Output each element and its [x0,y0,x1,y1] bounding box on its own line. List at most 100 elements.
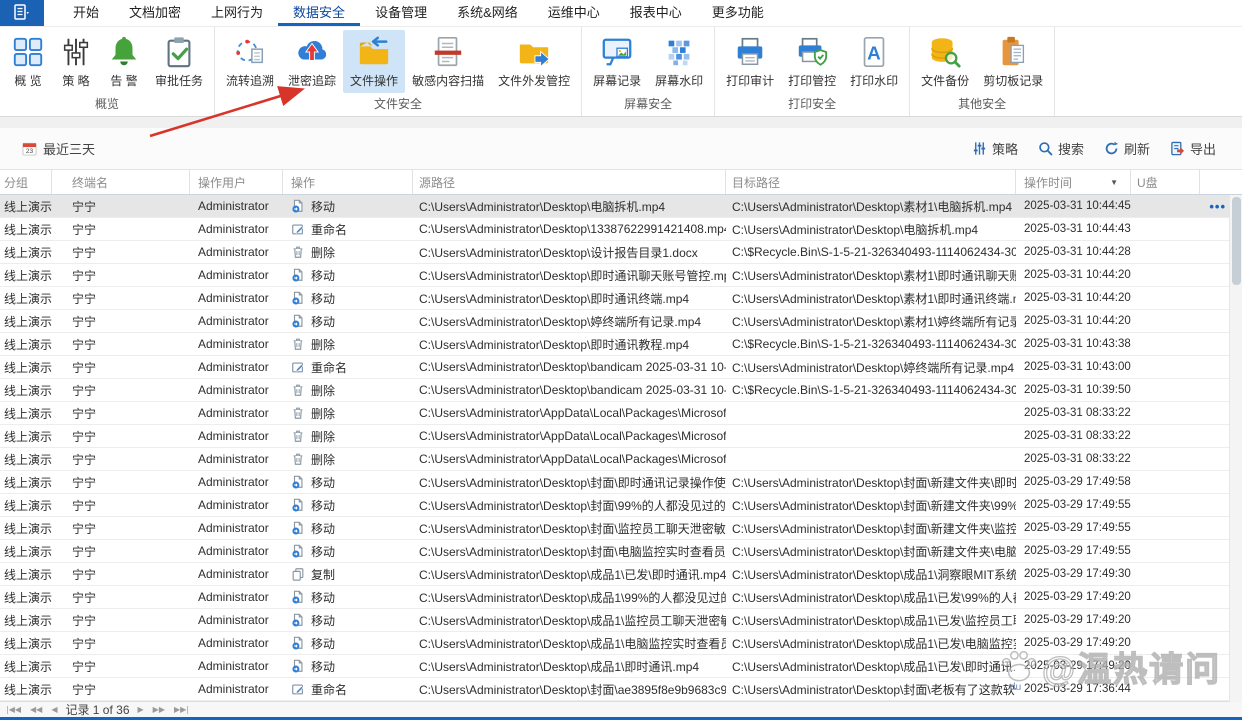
table-row[interactable]: 线上演示宁宁Administrator删除C:\Users\Administra… [0,448,1242,471]
user-cell: Administrator [190,195,283,217]
toolbar-button-导出[interactable]: 导出 [1170,139,1216,158]
date-range-label: 最近三天 [43,139,95,158]
delete-operation-icon [291,383,305,397]
source-path-cell: C:\Users\Administrator\AppData\Local\Pac… [413,448,726,470]
ribbon-button-敏感内容扫描[interactable]: 敏感内容扫描 [405,30,491,93]
menu-item-文档加密[interactable]: 文档加密 [114,0,196,26]
operation-cell: 删除 [283,425,413,447]
table-row[interactable]: 线上演示宁宁Administrator移动C:\Users\Administra… [0,195,1242,218]
toolbar-button-刷新[interactable]: 刷新 [1104,139,1150,158]
menu-item-更多功能[interactable]: 更多功能 [697,0,779,26]
table-row[interactable]: 线上演示宁宁Administrator移动C:\Users\Administra… [0,471,1242,494]
ribbon-button-屏幕记录[interactable]: 屏幕记录 [586,30,648,93]
menu-item-设备管理[interactable]: 设备管理 [360,0,442,26]
move-operation-icon [291,199,305,213]
menu-item-上网行为[interactable]: 上网行为 [196,0,278,26]
table-row[interactable]: 线上演示宁宁Administrator删除C:\Users\Administra… [0,333,1242,356]
user-cell: Administrator [190,241,283,263]
record-nav-button[interactable]: |◀◀ [6,705,21,714]
table-row[interactable]: 线上演示宁宁Administrator复制C:\Users\Administra… [0,563,1242,586]
column-header-源路径[interactable]: 源路径 [413,170,726,194]
group-cell: 线上演示 [0,678,52,700]
app-menu-button[interactable] [0,0,44,26]
table-row[interactable]: 线上演示宁宁Administrator移动C:\Users\Administra… [0,586,1242,609]
record-nav-button[interactable]: ▶▶ [153,705,165,714]
record-nav-button[interactable]: ◀◀ [30,705,42,714]
menu-item-数据安全[interactable]: 数据安全 [278,0,360,26]
table-row[interactable]: 线上演示宁宁Administrator删除C:\Users\Administra… [0,241,1242,264]
table-row[interactable]: 线上演示宁宁Administrator移动C:\Users\Administra… [0,609,1242,632]
sliders-icon [59,35,93,69]
ribbon-button-打印水印[interactable]: 打印水印 [843,30,905,93]
operation-cell: 重命名 [283,356,413,378]
toolbar-button-搜索[interactable]: 搜索 [1038,139,1084,158]
group-cell: 线上演示 [0,287,52,309]
column-header-操作[interactable]: 操作 [283,170,413,194]
grid-overview-icon [11,35,45,69]
ribbon-button-流转追溯[interactable]: 流转追溯 [219,30,281,93]
toolbar-button-策略[interactable]: 策略 [972,139,1018,158]
table-row[interactable]: 线上演示宁宁Administrator移动C:\Users\Administra… [0,264,1242,287]
table-row[interactable]: 线上演示宁宁Administrator移动C:\Users\Administra… [0,632,1242,655]
scrollbar-thumb[interactable] [1232,197,1241,285]
column-header-label: U盘 [1137,174,1158,191]
column-header-操作用户[interactable]: 操作用户 [190,170,283,194]
ribbon-button-剪切板记录[interactable]: 剪切板记录 [976,30,1050,93]
ribbon-button-屏幕水印[interactable]: 屏幕水印 [648,30,710,93]
record-nav-button[interactable]: ▶▶| [174,705,189,714]
ribbon-button-文件外发管控[interactable]: 文件外发管控 [491,30,577,93]
record-nav-button[interactable]: ▶ [138,705,144,714]
ribbon-button-概览[interactable]: 概 览 [4,30,52,93]
table-row[interactable]: 线上演示宁宁Administrator移动C:\Users\Administra… [0,655,1242,678]
target-path-cell: C:\Users\Administrator\Desktop\封面\新建文件夹\… [726,471,1016,493]
operation-cell: 移动 [283,287,413,309]
record-nav-button[interactable]: ◀ [51,705,57,714]
table-row[interactable]: 线上演示宁宁Administrator重命名C:\Users\Administr… [0,356,1242,379]
time-cell: 2025-03-31 10:44:20 [1016,287,1131,309]
table-row[interactable]: 线上演示宁宁Administrator移动C:\Users\Administra… [0,310,1242,333]
table-row[interactable]: 线上演示宁宁Administrator移动C:\Users\Administra… [0,540,1242,563]
table-row[interactable]: 线上演示宁宁Administrator移动C:\Users\Administra… [0,287,1242,310]
ribbon-button-打印审计[interactable]: 打印审计 [719,30,781,93]
ribbon-group-概览: 概 览策 略告 警审批任务概览 [0,27,215,116]
column-header-终端名[interactable]: 终端名 [52,170,190,194]
table-row[interactable]: 线上演示宁宁Administrator重命名C:\Users\Administr… [0,218,1242,241]
rename-operation-icon [291,682,305,696]
user-cell: Administrator [190,333,283,355]
time-cell: 2025-03-31 08:33:22 [1016,402,1131,424]
menu-item-报表中心[interactable]: 报表中心 [615,0,697,26]
ribbon-button-文件备份[interactable]: 文件备份 [914,30,976,93]
ribbon-button-打印管控[interactable]: 打印管控 [781,30,843,93]
ribbon-button-告警[interactable]: 告 警 [100,30,148,93]
ribbon-button-泄密追踪[interactable]: 泄密追踪 [281,30,343,93]
column-header-分组[interactable]: 分组 [0,170,52,194]
date-range-filter-button[interactable]: 最近三天 [22,139,95,158]
content-gap [0,117,1242,128]
group-cell: 线上演示 [0,563,52,585]
ribbon-group-label: 其他安全 [914,93,1050,117]
ribbon-button-文件操作[interactable]: 文件操作 [343,30,405,93]
table-row[interactable]: 线上演示宁宁Administrator移动C:\Users\Administra… [0,517,1242,540]
target-path-cell: C:\$Recycle.Bin\S-1-5-21-326340493-11140… [726,241,1016,263]
source-path-cell: C:\Users\Administrator\Desktop\即时通讯终端.mp… [413,287,726,309]
column-header-操作时间[interactable]: 操作时间▼ [1016,170,1131,194]
group-cell: 线上演示 [0,333,52,355]
time-cell: 2025-03-31 10:44:20 [1016,310,1131,332]
table-row[interactable]: 线上演示宁宁Administrator重命名C:\Users\Administr… [0,678,1242,701]
menu-item-开始[interactable]: 开始 [58,0,114,26]
table-row[interactable]: 线上演示宁宁Administrator删除C:\Users\Administra… [0,379,1242,402]
vertical-scrollbar[interactable] [1229,195,1242,702]
table-row[interactable]: 线上演示宁宁Administrator删除C:\Users\Administra… [0,425,1242,448]
table-row[interactable]: 线上演示宁宁Administrator移动C:\Users\Administra… [0,494,1242,517]
operation-label: 移动 [311,474,335,491]
target-path-cell: C:\Users\Administrator\Desktop\婷终端所有记录.m… [726,356,1016,378]
ribbon-button-审批任务[interactable]: 审批任务 [148,30,210,93]
menu-item-运维中心[interactable]: 运维中心 [533,0,615,26]
row-more-button[interactable]: ••• [1209,195,1226,217]
column-header-U盘[interactable]: U盘 [1131,170,1200,194]
table-row[interactable]: 线上演示宁宁Administrator删除C:\Users\Administra… [0,402,1242,425]
time-cell: 2025-03-29 17:49:20 [1016,632,1131,654]
menu-item-系统&网络[interactable]: 系统&网络 [442,0,533,26]
column-header-目标路径[interactable]: 目标路径 [726,170,1016,194]
ribbon-button-策略[interactable]: 策 略 [52,30,100,93]
